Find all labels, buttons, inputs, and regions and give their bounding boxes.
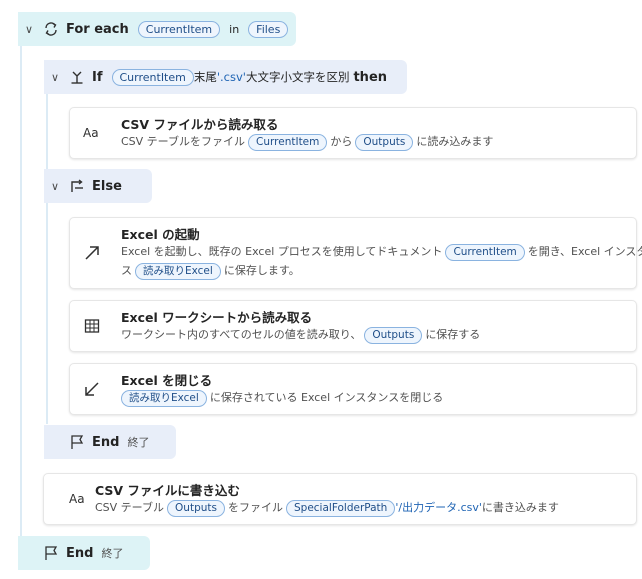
if-variable[interactable]: CurrentItem: [111, 68, 194, 86]
text-aa-icon: Aa: [69, 492, 85, 506]
end-loop-header[interactable]: End 終了: [18, 536, 150, 570]
loop-collection-variable[interactable]: Files: [248, 20, 289, 38]
action-card-excel-launch[interactable]: Excel の起動 Excel を起動し、既存の Excel プロセスを使用して…: [69, 217, 642, 289]
end-keyword: End: [66, 545, 94, 561]
action-description: 読み取りExcel に保存されている Excel インスタンスを閉じる: [121, 388, 624, 407]
else-keyword: Else: [92, 178, 122, 194]
end-keyword: End: [92, 434, 120, 450]
action-description: CSV テーブル Outputs をファイル SpecialFolderPath '/出…: [95, 498, 624, 517]
variable-chip[interactable]: CurrentItem: [445, 244, 525, 261]
action-title: CSV ファイルから読み取る: [121, 117, 279, 132]
variable-chip[interactable]: Outputs: [355, 134, 414, 151]
branch-icon: [68, 68, 86, 86]
if-operator: 末尾: [193, 70, 217, 84]
variable-chip[interactable]: SpecialFolderPath: [285, 500, 396, 517]
action-title: Excel の起動: [121, 227, 200, 242]
branch-return-icon: [68, 177, 86, 195]
arrow-down-left-icon: [83, 364, 101, 414]
for-each-header[interactable]: ∨ For each CurrentItem in Files: [18, 12, 296, 46]
variable-chip[interactable]: 読み取りExcel: [121, 390, 207, 407]
end-label: 終了: [101, 547, 124, 560]
if-keyword: If: [92, 69, 103, 85]
action-description: ワークシート内のすべてのセルの値を読み取り、 Outputs に保存する: [121, 325, 624, 344]
action-card-excel-close[interactable]: Excel を閉じる 読み取りExcel に保存されている Excel インスタン…: [69, 363, 637, 415]
loop-item-variable[interactable]: CurrentItem: [137, 20, 221, 38]
path-string: '/出力データ.csv': [395, 501, 482, 514]
action-title: Excel ワークシートから読み取る: [121, 310, 313, 325]
table-grid-icon: [83, 301, 101, 351]
in-text: in: [229, 22, 240, 36]
then-keyword: then: [353, 69, 388, 85]
loop-rail: [20, 46, 22, 538]
flag-icon: [68, 433, 86, 451]
collapse-chevron-icon[interactable]: ∨: [48, 71, 62, 84]
action-title: Excel を閉じる: [121, 373, 213, 388]
loop-arrows-icon: [42, 20, 60, 38]
collapse-chevron-icon[interactable]: ∨: [48, 180, 62, 193]
arrow-up-right-icon: [83, 218, 101, 288]
else-header[interactable]: ∨ Else: [44, 169, 152, 203]
variable-chip[interactable]: CurrentItem: [248, 134, 328, 151]
if-rail: [46, 94, 48, 424]
for-each-keyword: For each: [66, 21, 129, 37]
if-header[interactable]: ∨ If CurrentItem 末尾 '.csv' 大文字小文字を区別 the…: [44, 60, 407, 94]
action-description: Excel を起動し、既存の Excel プロセスを使用してドキュメント Curr…: [121, 242, 642, 280]
collapse-chevron-icon[interactable]: ∨: [22, 23, 36, 36]
action-card-csv-write[interactable]: Aa CSV ファイルに書き込む CSV テーブル Outputs をファイル Spe…: [43, 473, 637, 525]
if-value: '.csv': [216, 70, 246, 84]
text-aa-icon: Aa: [83, 126, 99, 140]
variable-chip[interactable]: 読み取りExcel: [135, 263, 221, 280]
action-title: CSV ファイルに書き込む: [95, 483, 240, 498]
action-card-excel-read[interactable]: Excel ワークシートから読み取る ワークシート内のすべてのセルの値を読み取り…: [69, 300, 637, 352]
variable-chip[interactable]: Outputs: [364, 327, 423, 344]
if-modifier: 大文字小文字を区別: [245, 70, 350, 84]
action-description: CSV テーブルをファイル CurrentItem から Outputs に読み込みます: [121, 132, 624, 151]
end-label: 終了: [127, 436, 150, 449]
action-card-csv-read[interactable]: Aa CSV ファイルから読み取る CSV テーブルをファイル CurrentIt…: [69, 107, 637, 159]
end-if-header[interactable]: End 終了: [44, 425, 176, 459]
variable-chip[interactable]: Outputs: [167, 500, 225, 517]
flag-icon: [42, 544, 60, 562]
